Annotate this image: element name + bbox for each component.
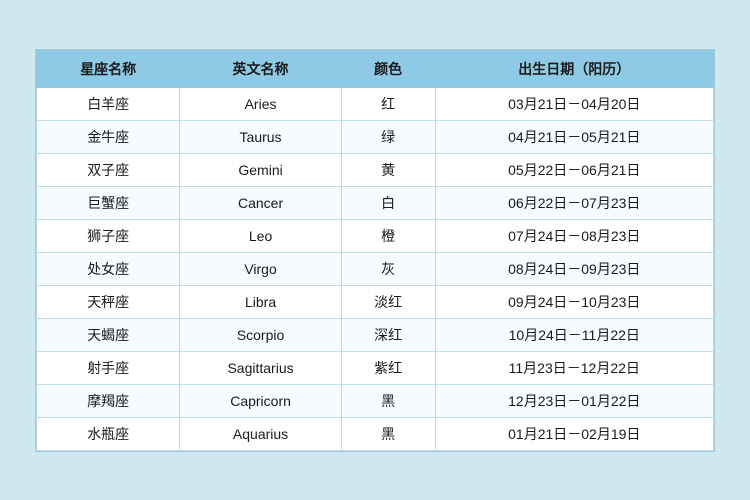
cell-chinese-name: 金牛座	[37, 120, 180, 153]
cell-color: 绿	[341, 120, 435, 153]
cell-color: 紫红	[341, 351, 435, 384]
zodiac-table-container: 星座名称 英文名称 颜色 出生日期（阳历） 白羊座Aries红03月21日－04…	[35, 49, 715, 452]
cell-english-name: Cancer	[180, 186, 341, 219]
table-row: 天蝎座Scorpio深红10月24日－11月22日	[37, 318, 714, 351]
cell-english-name: Libra	[180, 285, 341, 318]
cell-color: 黑	[341, 417, 435, 450]
table-header-row: 星座名称 英文名称 颜色 出生日期（阳历）	[37, 50, 714, 87]
table-row: 白羊座Aries红03月21日－04月20日	[37, 87, 714, 120]
cell-english-name: Virgo	[180, 252, 341, 285]
cell-color: 橙	[341, 219, 435, 252]
cell-english-name: Scorpio	[180, 318, 341, 351]
cell-chinese-name: 双子座	[37, 153, 180, 186]
table-row: 处女座Virgo灰08月24日－09月23日	[37, 252, 714, 285]
cell-english-name: Aquarius	[180, 417, 341, 450]
cell-date: 05月22日－06月21日	[435, 153, 713, 186]
cell-date: 08月24日－09月23日	[435, 252, 713, 285]
cell-color: 黑	[341, 384, 435, 417]
cell-color: 白	[341, 186, 435, 219]
cell-english-name: Taurus	[180, 120, 341, 153]
cell-date: 03月21日－04月20日	[435, 87, 713, 120]
cell-color: 红	[341, 87, 435, 120]
cell-chinese-name: 巨蟹座	[37, 186, 180, 219]
cell-english-name: Capricorn	[180, 384, 341, 417]
cell-chinese-name: 天蝎座	[37, 318, 180, 351]
cell-chinese-name: 处女座	[37, 252, 180, 285]
table-row: 巨蟹座Cancer白06月22日－07月23日	[37, 186, 714, 219]
table-row: 狮子座Leo橙07月24日－08月23日	[37, 219, 714, 252]
cell-date: 11月23日－12月22日	[435, 351, 713, 384]
cell-english-name: Gemini	[180, 153, 341, 186]
cell-date: 12月23日－01月22日	[435, 384, 713, 417]
header-date: 出生日期（阳历）	[435, 50, 713, 87]
zodiac-table: 星座名称 英文名称 颜色 出生日期（阳历） 白羊座Aries红03月21日－04…	[36, 50, 714, 451]
cell-color: 淡红	[341, 285, 435, 318]
cell-date: 09月24日－10月23日	[435, 285, 713, 318]
cell-date: 04月21日－05月21日	[435, 120, 713, 153]
cell-english-name: Leo	[180, 219, 341, 252]
cell-color: 黄	[341, 153, 435, 186]
cell-chinese-name: 摩羯座	[37, 384, 180, 417]
header-color: 颜色	[341, 50, 435, 87]
cell-date: 06月22日－07月23日	[435, 186, 713, 219]
cell-date: 01月21日－02月19日	[435, 417, 713, 450]
cell-chinese-name: 白羊座	[37, 87, 180, 120]
table-row: 天秤座Libra淡红09月24日－10月23日	[37, 285, 714, 318]
table-body: 白羊座Aries红03月21日－04月20日金牛座Taurus绿04月21日－0…	[37, 87, 714, 450]
header-english-name: 英文名称	[180, 50, 341, 87]
table-row: 摩羯座Capricorn黑12月23日－01月22日	[37, 384, 714, 417]
cell-chinese-name: 水瓶座	[37, 417, 180, 450]
header-chinese-name: 星座名称	[37, 50, 180, 87]
table-row: 水瓶座Aquarius黑01月21日－02月19日	[37, 417, 714, 450]
cell-color: 深红	[341, 318, 435, 351]
cell-date: 10月24日－11月22日	[435, 318, 713, 351]
cell-chinese-name: 射手座	[37, 351, 180, 384]
cell-english-name: Sagittarius	[180, 351, 341, 384]
table-row: 射手座Sagittarius紫红11月23日－12月22日	[37, 351, 714, 384]
cell-chinese-name: 狮子座	[37, 219, 180, 252]
table-row: 金牛座Taurus绿04月21日－05月21日	[37, 120, 714, 153]
cell-date: 07月24日－08月23日	[435, 219, 713, 252]
cell-chinese-name: 天秤座	[37, 285, 180, 318]
cell-color: 灰	[341, 252, 435, 285]
table-row: 双子座Gemini黄05月22日－06月21日	[37, 153, 714, 186]
cell-english-name: Aries	[180, 87, 341, 120]
